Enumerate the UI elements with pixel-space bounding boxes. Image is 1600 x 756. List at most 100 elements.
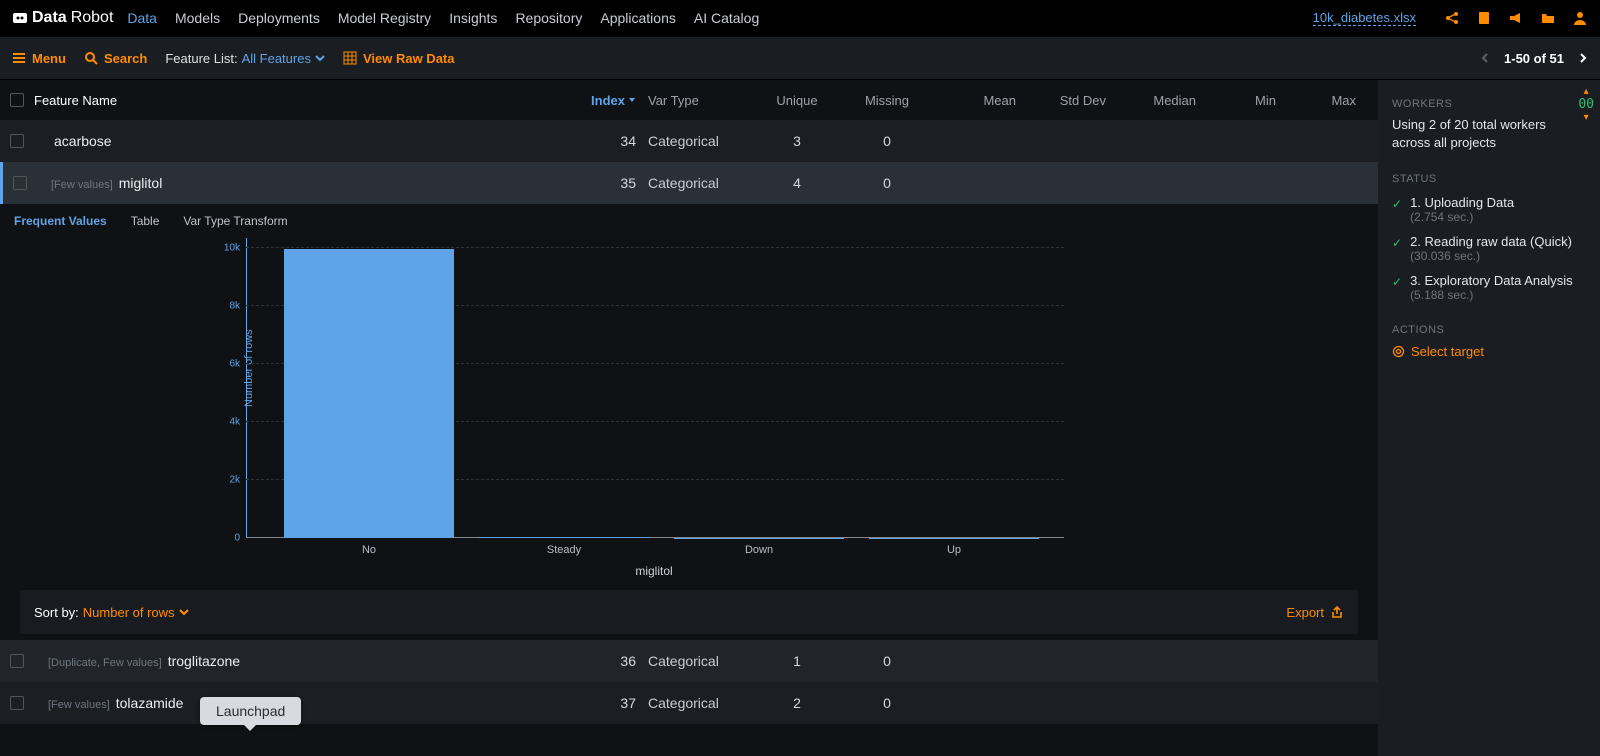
tab-frequent-values[interactable]: Frequent Values xyxy=(14,214,107,228)
expanded-panel: Frequent Values Table Var Type Transform… xyxy=(0,204,1378,640)
tooltip: Launchpad xyxy=(200,697,301,725)
sort-value: Number of rows xyxy=(83,605,175,620)
table-row[interactable]: [Few values]miglitol 35 Categorical 4 0 xyxy=(0,162,1378,204)
table-row[interactable]: acarbose 34 Categorical 3 0 xyxy=(0,120,1378,162)
check-icon: ✓ xyxy=(1392,197,1402,211)
x-tick: Steady xyxy=(547,544,581,556)
row-checkbox[interactable] xyxy=(13,176,27,190)
x-tick: No xyxy=(362,544,376,556)
right-sidebar: Workers ▴ 00 ▾ Using 2 of 20 total worke… xyxy=(1378,80,1600,756)
y-axis-label: Number of rows xyxy=(243,330,255,408)
check-icon: ✓ xyxy=(1392,236,1402,250)
view-raw-label: View Raw Data xyxy=(363,51,455,66)
workers-stepper: ▴ 00 ▾ xyxy=(1578,86,1594,123)
status-item: ✓ 3. Exploratory Data Analysis (5.188 se… xyxy=(1392,273,1586,302)
sub-nav: Menu Search Feature List: All Features V… xyxy=(0,36,1600,80)
nav-item-models[interactable]: Models xyxy=(175,10,220,26)
stepper-down-icon[interactable]: ▾ xyxy=(1584,112,1589,123)
row-unique: 3 xyxy=(758,133,848,149)
search-button[interactable]: Search xyxy=(84,51,147,66)
row-name: tolazamide xyxy=(116,695,184,711)
row-index: 34 xyxy=(588,133,648,149)
y-tick: 10k xyxy=(214,243,240,254)
pager-next[interactable] xyxy=(1578,53,1588,63)
col-min[interactable]: Min xyxy=(1208,93,1288,108)
table-row[interactable]: [Duplicate, Few values]troglitazone 36 C… xyxy=(0,640,1378,682)
row-checkbox[interactable] xyxy=(10,696,24,710)
row-missing: 0 xyxy=(848,695,938,711)
col-index[interactable]: Index xyxy=(588,93,648,108)
status-title: 1. Uploading Data xyxy=(1410,195,1514,210)
nav-items: Data Models Deployments Model Registry I… xyxy=(127,10,759,26)
content: Feature Name Index Var Type Unique Missi… xyxy=(0,80,1378,756)
status-item: ✓ 2. Reading raw data (Quick) (30.036 se… xyxy=(1392,234,1586,263)
feature-list: Feature List: All Features xyxy=(165,51,325,66)
row-checkbox[interactable] xyxy=(10,134,24,148)
search-icon xyxy=(84,51,98,65)
status-title: 3. Exploratory Data Analysis xyxy=(1410,273,1573,288)
row-index: 36 xyxy=(588,653,648,669)
megaphone-icon[interactable] xyxy=(1508,10,1524,26)
nav-item-applications[interactable]: Applications xyxy=(600,10,676,26)
row-name: troglitazone xyxy=(168,653,240,669)
tab-table[interactable]: Table xyxy=(131,214,160,228)
status-sub: (30.036 sec.) xyxy=(1410,249,1572,263)
pager: 1-50 of 51 xyxy=(1480,51,1588,66)
nav-item-deployments[interactable]: Deployments xyxy=(238,10,320,26)
row-index: 35 xyxy=(588,175,648,191)
sort-dropdown[interactable]: Number of rows xyxy=(83,605,189,620)
y-tick: 8k xyxy=(214,301,240,312)
book-icon[interactable] xyxy=(1476,10,1492,26)
bar-no[interactable] xyxy=(284,249,454,538)
view-raw-data-button[interactable]: View Raw Data xyxy=(343,51,455,66)
x-tick: Up xyxy=(947,544,961,556)
feature-list-dropdown[interactable]: All Features xyxy=(242,51,325,66)
select-target-link[interactable]: Select target xyxy=(1392,344,1586,359)
user-icon[interactable] xyxy=(1572,10,1588,26)
nav-item-insights[interactable]: Insights xyxy=(449,10,497,26)
menu-icon xyxy=(12,51,26,65)
y-tick: 2k xyxy=(214,475,240,486)
bars xyxy=(284,238,1064,538)
chevron-down-icon xyxy=(179,607,189,617)
chart: Number of rows 0 2k 4k 6k 8k 10k xyxy=(244,238,1064,578)
export-button[interactable]: Export xyxy=(1286,605,1344,620)
nav-item-ai-catalog[interactable]: AI Catalog xyxy=(694,10,759,26)
tab-var-type-transform[interactable]: Var Type Transform xyxy=(183,214,287,228)
logo-text-bold: Data xyxy=(32,9,67,27)
status-heading: Status xyxy=(1392,173,1586,185)
pager-prev[interactable] xyxy=(1480,53,1490,63)
row-checkbox[interactable] xyxy=(10,654,24,668)
menu-button[interactable]: Menu xyxy=(12,51,66,66)
share-icon[interactable] xyxy=(1444,10,1460,26)
table-header: Feature Name Index Var Type Unique Missi… xyxy=(0,80,1378,120)
nav-item-repository[interactable]: Repository xyxy=(515,10,582,26)
export-icon xyxy=(1330,605,1344,619)
bar-steady[interactable] xyxy=(479,537,649,538)
select-all-checkbox[interactable] xyxy=(10,93,24,107)
pager-range: 1-50 of 51 xyxy=(1504,51,1564,66)
stepper-up-icon[interactable]: ▴ xyxy=(1584,86,1589,97)
row-unique: 2 xyxy=(758,695,848,711)
col-feature-name[interactable]: Feature Name xyxy=(34,93,588,108)
top-icons xyxy=(1444,10,1588,26)
col-stddev[interactable]: Std Dev xyxy=(1028,93,1118,108)
col-missing[interactable]: Missing xyxy=(848,93,938,108)
row-name: miglitol xyxy=(119,175,163,191)
logo[interactable]: DataRobot xyxy=(12,9,113,27)
actions-heading: Actions xyxy=(1392,324,1586,336)
nav-item-data[interactable]: Data xyxy=(127,10,157,26)
target-icon xyxy=(1392,345,1405,358)
project-link[interactable]: 10k_diabetes.xlsx xyxy=(1313,10,1416,26)
col-max[interactable]: Max xyxy=(1288,93,1368,108)
chevron-down-icon xyxy=(315,53,325,63)
col-vartype[interactable]: Var Type xyxy=(648,93,758,108)
sort-bar: Sort by: Number of rows Export xyxy=(20,590,1358,634)
folder-icon[interactable] xyxy=(1540,10,1556,26)
col-unique[interactable]: Unique xyxy=(758,93,848,108)
nav-item-model-registry[interactable]: Model Registry xyxy=(338,10,431,26)
col-median[interactable]: Median xyxy=(1118,93,1208,108)
col-mean[interactable]: Mean xyxy=(938,93,1028,108)
sort-desc-icon xyxy=(628,96,636,104)
row-vartype: Categorical xyxy=(648,175,758,191)
